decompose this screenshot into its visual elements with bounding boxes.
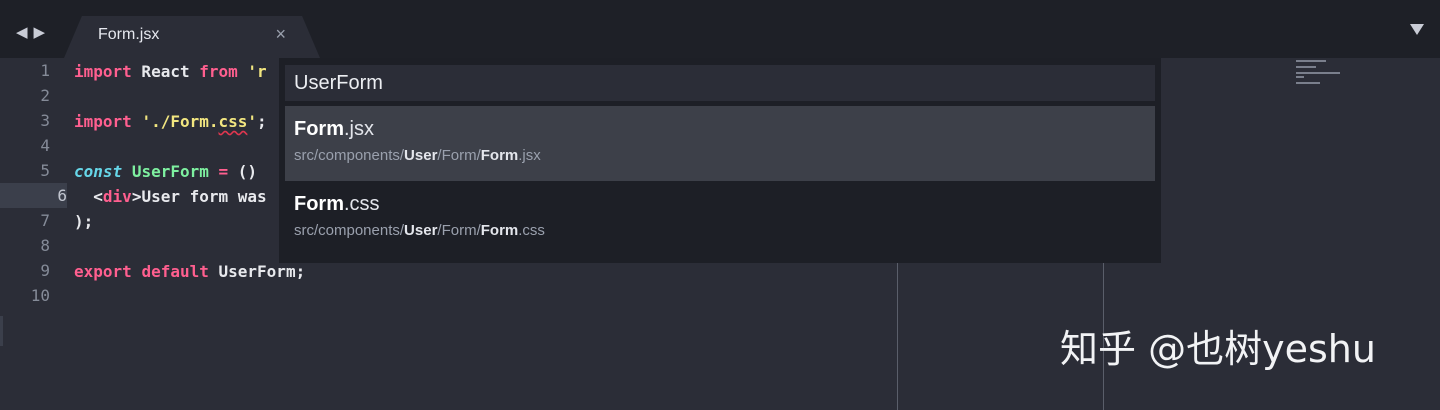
title-rest: .css xyxy=(344,193,380,215)
line-number: 4 xyxy=(40,136,50,155)
line-number-gutter: 1 2 3 4 5 6 7 8 9 10 xyxy=(0,58,67,410)
result-path: src/components/User/Form/Form.jsx xyxy=(294,147,541,164)
path-part: src/components/ xyxy=(294,147,405,164)
code-text: React xyxy=(131,62,200,81)
minimap-line xyxy=(1296,72,1340,74)
result-path: src/components/User/Form/Form.css xyxy=(294,222,545,239)
active-line-number: 6 xyxy=(0,183,67,208)
string: './Form. xyxy=(141,112,219,131)
path-part: .jsx xyxy=(518,147,541,164)
code-line-1: import React from 'r xyxy=(74,59,267,84)
path-match: Form xyxy=(480,222,519,239)
jsx-tag: div xyxy=(102,187,132,206)
title-rest: .jsx xyxy=(344,118,374,140)
close-icon[interactable]: × xyxy=(275,24,286,45)
path-part: /Form/ xyxy=(437,147,481,164)
forward-arrow-icon[interactable]: ▶ xyxy=(34,24,46,40)
line-number: 10 xyxy=(30,286,50,305)
result-item[interactable]: Form.css src/components/User/Form/Form.c… xyxy=(285,181,1155,256)
operator: = xyxy=(218,162,229,181)
code-line-9: export default UserForm; xyxy=(74,259,305,284)
line-number: 5 xyxy=(40,161,50,180)
keyword: default xyxy=(141,262,209,281)
storage-keyword: const xyxy=(74,162,123,181)
code-text: ); xyxy=(74,212,94,231)
tab-form-jsx[interactable]: Form.jsx × xyxy=(64,16,320,58)
watermark: 知乎 @也树yeshu xyxy=(1060,327,1376,371)
title-match: Form xyxy=(294,118,344,140)
keyword: export xyxy=(74,262,132,281)
code-text: ; xyxy=(257,112,267,131)
minimap[interactable] xyxy=(1296,60,1356,90)
goto-anything-panel: Form.jsx src/components/User/Form/Form.j… xyxy=(279,58,1161,263)
line-number: 3 xyxy=(40,111,50,130)
path-part: src/components/ xyxy=(294,222,405,239)
minimap-line xyxy=(1296,66,1316,68)
code-line-6: <div>User form was xyxy=(74,184,267,209)
string: ' xyxy=(247,112,258,131)
title-match: Form xyxy=(294,193,344,215)
path-part: .css xyxy=(518,222,545,239)
line-number: 9 xyxy=(40,261,50,280)
tab-bar: ◀ ▶ Form.jsx × xyxy=(0,0,1440,58)
line-number: 6 xyxy=(57,186,67,205)
function-name: UserForm xyxy=(131,162,209,181)
keyword: from xyxy=(199,62,238,81)
code-line-3: import './Form.css'; xyxy=(74,109,267,134)
result-title: Form.css xyxy=(294,193,380,216)
code-text: >User form was xyxy=(131,187,267,206)
keyword: import xyxy=(74,62,132,81)
path-part: /Form/ xyxy=(437,222,481,239)
result-item[interactable]: Form.jsx src/components/User/Form/Form.j… xyxy=(285,106,1155,181)
code-line-7: ); xyxy=(74,209,93,234)
path-match: User xyxy=(404,222,438,239)
code-text: () xyxy=(228,162,258,181)
fold-marker xyxy=(0,316,3,346)
path-match: User xyxy=(404,147,438,164)
code-line-5: const UserForm = () xyxy=(74,159,257,184)
string: 'r xyxy=(247,62,267,81)
minimap-line xyxy=(1296,60,1326,62)
minimap-line xyxy=(1296,82,1320,84)
tab-title: Form.jsx xyxy=(98,26,160,43)
minimap-line xyxy=(1296,76,1304,78)
line-number: 7 xyxy=(40,211,50,230)
line-number: 8 xyxy=(40,236,50,255)
spellcheck-squiggle: css xyxy=(218,112,248,131)
back-arrow-icon[interactable]: ◀ xyxy=(16,24,28,40)
tab-list-dropdown-icon[interactable] xyxy=(1410,24,1424,35)
history-nav: ◀ ▶ xyxy=(16,24,45,40)
result-title: Form.jsx xyxy=(294,118,374,141)
line-number: 2 xyxy=(40,86,50,105)
goto-anything-input[interactable] xyxy=(285,65,1155,101)
code-text: < xyxy=(74,187,103,206)
keyword: import xyxy=(74,112,132,131)
code-text: UserForm; xyxy=(208,262,306,281)
line-number: 1 xyxy=(40,61,50,80)
path-match: Form xyxy=(480,147,519,164)
